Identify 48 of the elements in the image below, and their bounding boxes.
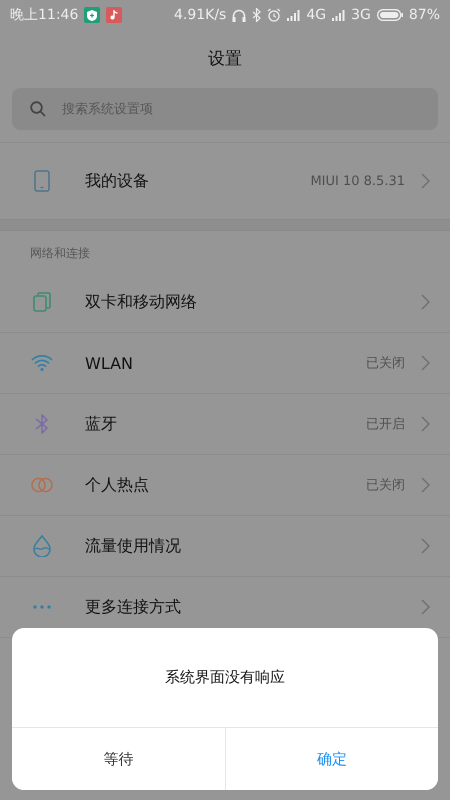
row-label: 流量使用情况 [85,536,182,556]
battery-icon [376,9,403,21]
status-time: 晚上11:46 [10,6,78,24]
settings-row[interactable]: 蓝牙 已开启 [0,394,450,455]
dialog-button[interactable]: 确定 [224,728,438,790]
section-title: 网络和连接 [30,246,90,260]
phone-icon [34,170,50,192]
settings-row[interactable]: 我的设备 MIUI 10 8.5.31 [0,143,450,219]
chevron-icon [421,477,430,493]
settings-row[interactable]: 流量使用情况 [0,516,450,577]
row-value: 已开启 [366,416,405,433]
chevron-icon [421,416,430,432]
chevron-icon [421,294,430,310]
network-speed: 4.91K/s [174,7,226,23]
bluetooth-icon [252,8,262,22]
wifi-icon [31,355,53,371]
chevron-icon [421,538,430,554]
music-note-icon [106,7,122,23]
network-type: 3G [351,7,371,23]
dialog-message: 系统界面没有响应 [165,668,285,687]
signal-icon [332,10,346,20]
more-dots-icon [33,605,51,609]
chevron-icon [421,173,430,189]
linked-rings-icon [31,477,53,493]
alarm-icon [267,8,282,22]
signal-icon [287,10,300,20]
settings-row[interactable]: 个人热点 已关闭 [0,455,450,516]
sim-cards-icon [33,292,51,312]
network-type: 4G [306,7,326,23]
row-label: 蓝牙 [85,414,118,434]
row-value: 已关闭 [366,355,405,372]
chevron-icon [421,355,430,371]
shield-icon [84,7,100,23]
settings-row[interactable]: WLAN 已关闭 [0,333,450,394]
row-label: WLAN [85,354,134,372]
row-value: MIUI 10 8.5.31 [310,174,405,188]
row-value: 已关闭 [366,477,405,494]
page-title: 设置 [208,49,242,69]
settings-row[interactable]: 双卡和移动网络 [0,272,450,333]
row-label: 我的设备 [85,170,150,192]
bluetooth-icon [35,414,49,434]
battery-percent: 87% [408,7,440,23]
headphones-icon [232,8,246,22]
row-label: 更多连接方式 [85,596,182,618]
water-drop-icon [33,535,51,557]
row-label: 个人热点 [85,474,150,496]
chevron-icon [421,599,430,615]
row-label: 双卡和移动网络 [85,292,198,312]
